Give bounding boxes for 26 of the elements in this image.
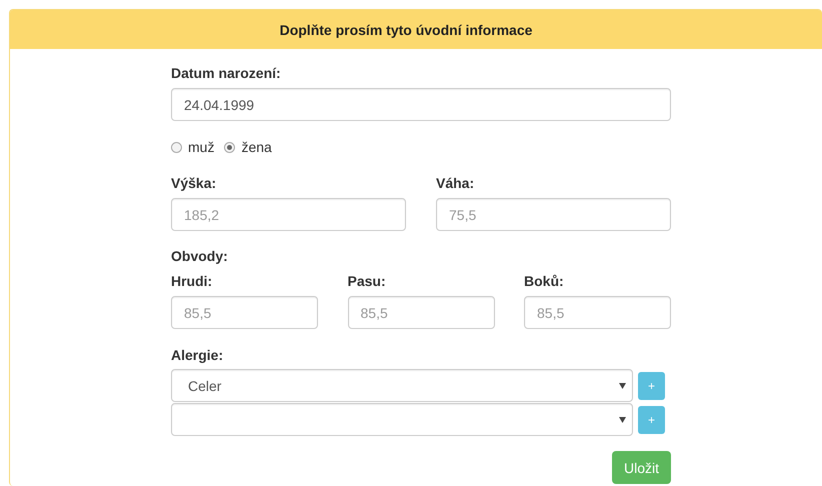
select-field[interactable] bbox=[171, 403, 633, 436]
radio-label: žena bbox=[241, 139, 272, 155]
caret-icon bbox=[619, 416, 626, 422]
caret-icon bbox=[619, 382, 626, 388]
field-label: Výška: bbox=[171, 175, 218, 191]
input-field[interactable]: 85,5 bbox=[524, 296, 671, 329]
section-label: Alergie: bbox=[171, 347, 224, 363]
field-label: Hrudi: bbox=[171, 273, 214, 289]
radio-label: muž bbox=[188, 139, 214, 155]
add-button[interactable]: + bbox=[638, 372, 665, 400]
select-field[interactable]: Celer bbox=[171, 369, 633, 402]
input-field[interactable]: 85,5 bbox=[171, 296, 318, 329]
save-button[interactable]: Uložit bbox=[612, 451, 671, 484]
radio-button[interactable] bbox=[224, 142, 236, 152]
field-label: Váha: bbox=[436, 175, 476, 191]
field-label: Boků: bbox=[524, 273, 565, 289]
field-label: Datum narození: bbox=[171, 65, 282, 81]
field-label: Pasu: bbox=[348, 273, 387, 289]
input-field[interactable]: 85,5 bbox=[348, 296, 494, 329]
radio-button[interactable] bbox=[171, 142, 182, 152]
section-label: Obvody: bbox=[171, 248, 229, 264]
input-field[interactable]: 75,5 bbox=[436, 198, 671, 231]
panel-title: Doplňte prosím tyto úvodní informace bbox=[280, 22, 532, 38]
add-button[interactable]: + bbox=[638, 406, 665, 434]
input-field[interactable]: 185,2 bbox=[171, 198, 406, 231]
input-field[interactable]: 24.04.1999 bbox=[171, 88, 671, 121]
